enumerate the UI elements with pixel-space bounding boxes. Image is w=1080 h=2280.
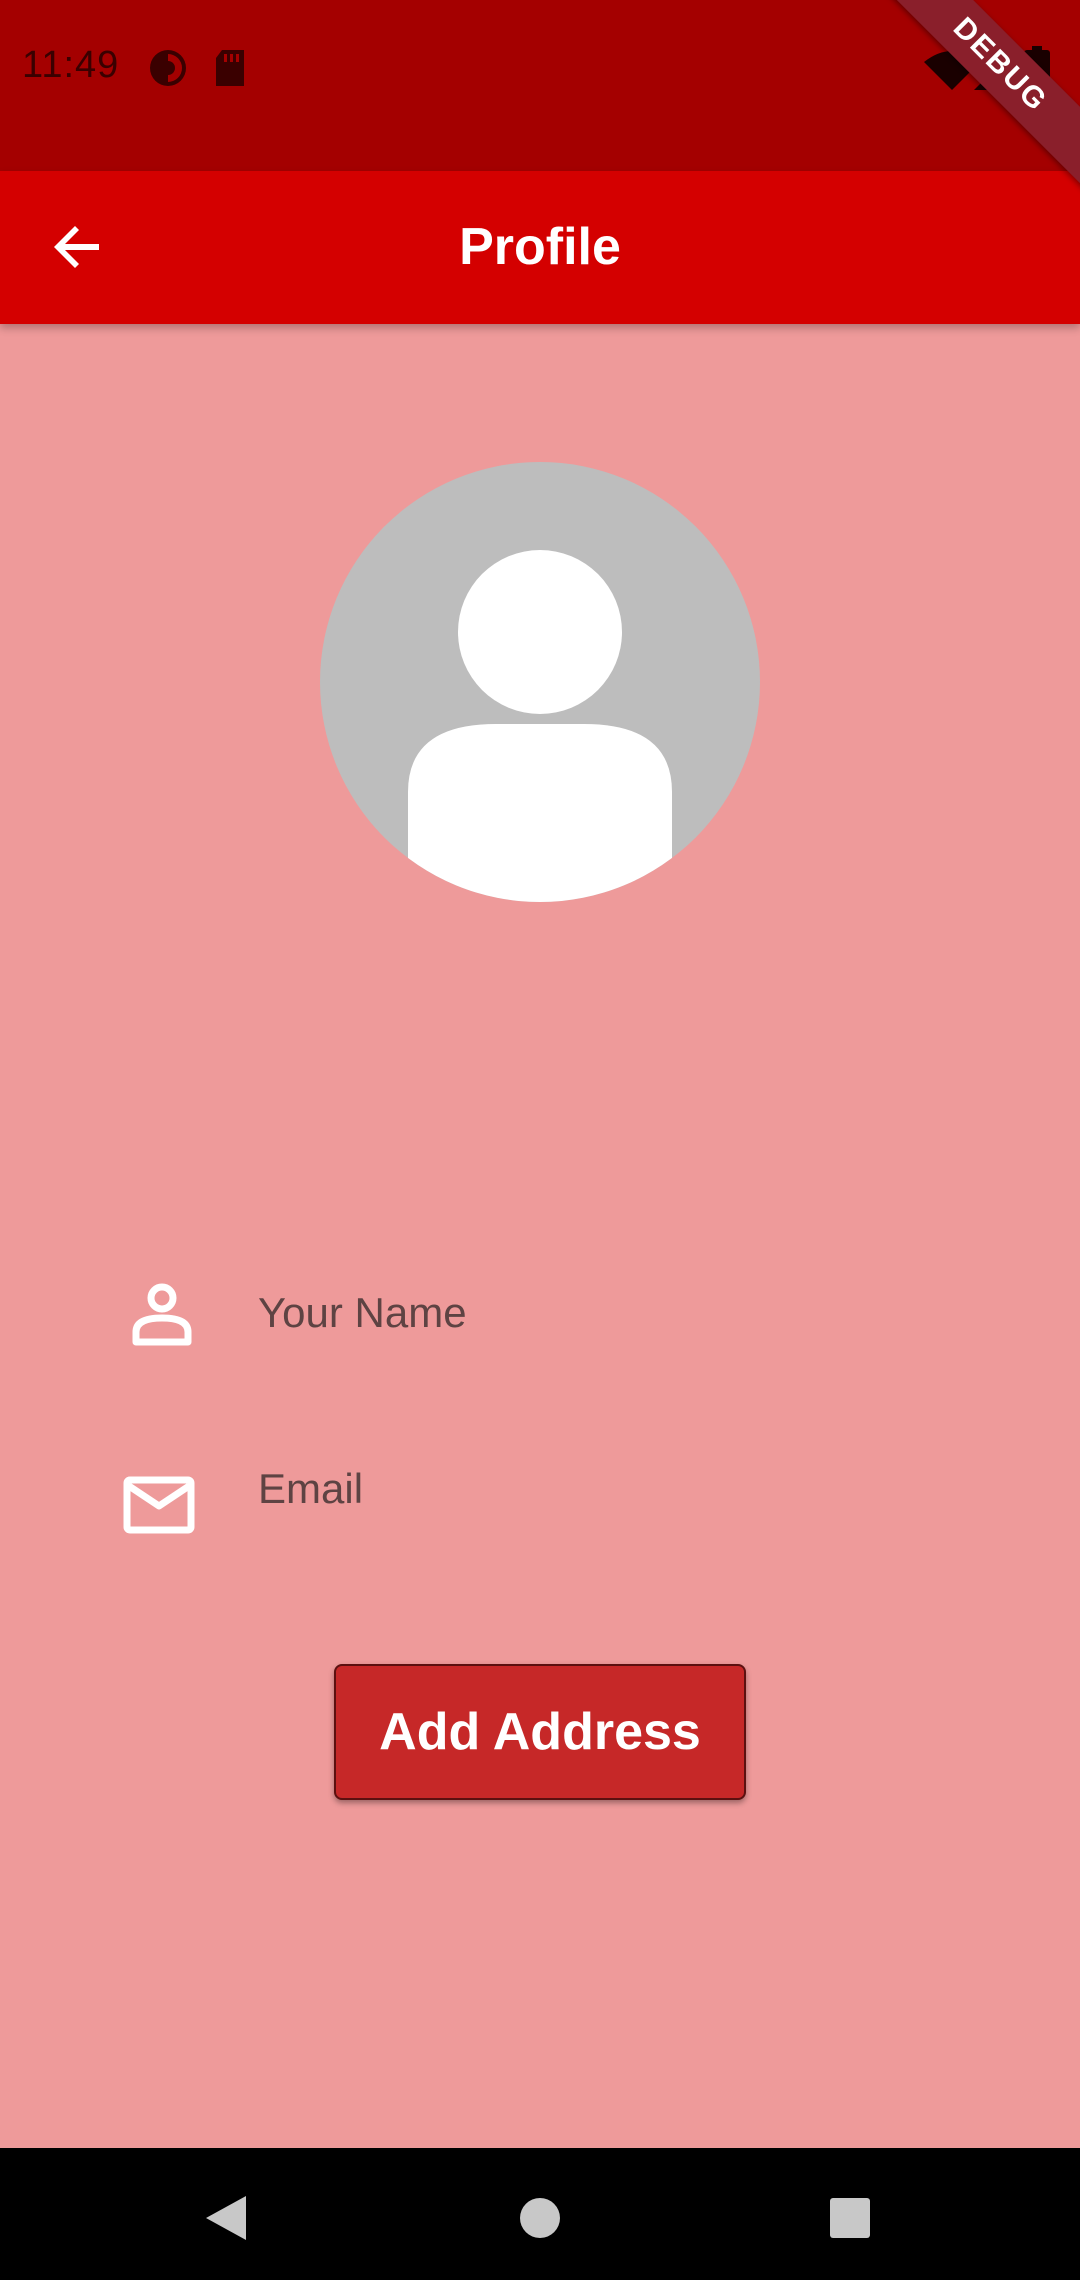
name-field-row [0, 1262, 1080, 1382]
add-address-button[interactable]: Add Address [334, 1664, 746, 1800]
recents-square-icon [830, 2198, 870, 2238]
name-input[interactable] [256, 1262, 960, 1364]
mail-outline-icon [122, 1474, 202, 1543]
back-triangle-icon [206, 2196, 246, 2240]
nav-recents-button[interactable] [820, 2188, 880, 2248]
system-nav-bar [0, 2148, 1080, 2280]
back-button[interactable] [40, 209, 116, 285]
app-bar: Profile [0, 171, 1080, 324]
avatar[interactable] [320, 462, 760, 902]
nav-back-button[interactable] [198, 2188, 258, 2248]
person-placeholder-icon [408, 550, 672, 902]
sd-card-icon [214, 48, 246, 93]
status-bar: 11:49 [0, 0, 1080, 171]
status-time: 11:49 [22, 44, 120, 86]
nav-home-button[interactable] [510, 2188, 570, 2248]
email-field-row [0, 1438, 1080, 1558]
arrow-back-icon [54, 226, 99, 268]
home-circle-icon [520, 2198, 560, 2238]
page-title: Profile [459, 218, 621, 276]
circle-badge-icon [148, 48, 188, 93]
person-outline-icon [122, 1282, 202, 1357]
email-input[interactable] [256, 1438, 960, 1540]
